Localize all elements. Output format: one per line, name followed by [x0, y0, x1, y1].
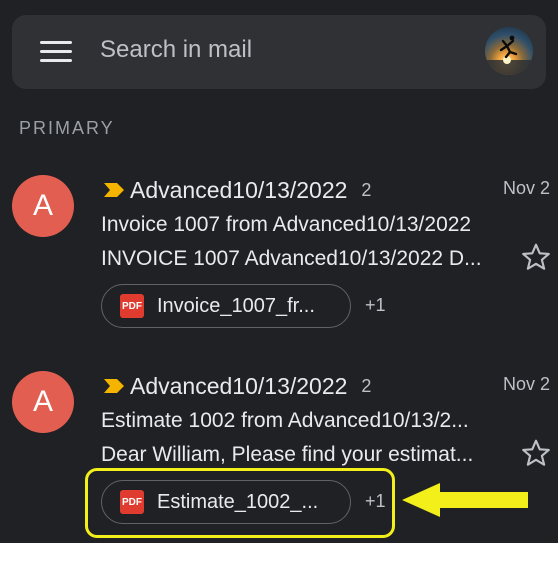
- email-subject: Invoice 1007 from Advanced10/13/2022: [101, 213, 472, 236]
- email-snippet: INVOICE 1007 Advanced10/13/2022 D...: [101, 247, 482, 270]
- email-row[interactable]: A Advanced10/13/2022 2 Nov 2 Invoice 100…: [0, 155, 558, 345]
- thread-count: 2: [361, 375, 372, 396]
- email-snippet: Dear William, Please find your estimat..…: [101, 443, 474, 466]
- email-date: Nov 2: [502, 374, 550, 394]
- star-icon[interactable]: [520, 241, 552, 273]
- email-date: Nov 2: [502, 178, 550, 198]
- search-bar[interactable]: Search in mail: [12, 15, 546, 89]
- account-avatar[interactable]: [485, 27, 533, 75]
- sender-name: Advanced10/13/2022: [130, 372, 348, 399]
- email-subject: Estimate 1002 from Advanced10/13/2...: [101, 409, 469, 432]
- more-attachments-count[interactable]: +1: [365, 295, 386, 316]
- sender-line: Advanced10/13/2022 2: [104, 175, 371, 205]
- thread-count: 2: [361, 179, 372, 200]
- attachment-name: Invoice_1007_fr...: [157, 294, 315, 317]
- menu-icon[interactable]: [40, 41, 72, 63]
- sender-avatar[interactable]: A: [12, 371, 74, 433]
- star-icon[interactable]: [520, 437, 552, 469]
- search-input[interactable]: Search in mail: [100, 36, 252, 64]
- annotation-highlight-box: [85, 468, 395, 538]
- important-marker-icon[interactable]: [104, 379, 124, 393]
- gmail-app: Search in mail PRIMARY A Advanced10/13/2…: [0, 0, 558, 543]
- sender-name: Advanced10/13/2022: [130, 176, 348, 203]
- section-label-primary: PRIMARY: [19, 118, 115, 138]
- attachment-chip[interactable]: PDF Invoice_1007_fr...: [101, 284, 351, 328]
- important-marker-icon[interactable]: [104, 183, 124, 197]
- pdf-icon: PDF: [120, 294, 144, 318]
- sender-avatar[interactable]: A: [12, 175, 74, 237]
- arrow-annotation: [402, 483, 528, 517]
- sender-line: Advanced10/13/2022 2: [104, 371, 371, 401]
